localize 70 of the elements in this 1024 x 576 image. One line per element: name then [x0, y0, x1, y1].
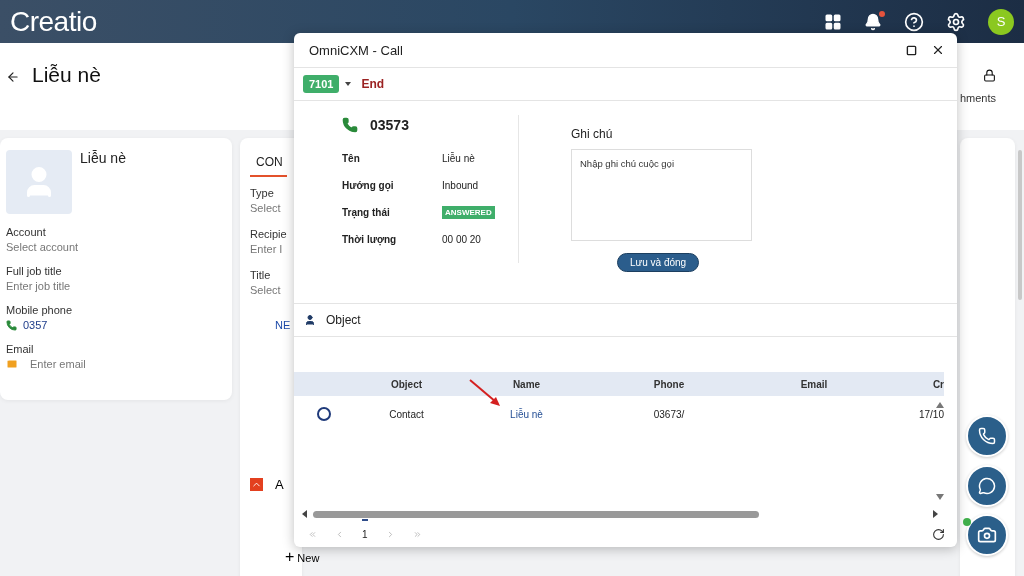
section-title: Object [326, 313, 361, 327]
field-input[interactable]: Enter email [30, 358, 180, 370]
info-label: Hướng gọi [342, 180, 395, 191]
page-scrollbar[interactable] [1018, 150, 1022, 300]
column-header[interactable]: Object [354, 378, 459, 390]
page-number[interactable]: 1 [362, 519, 368, 540]
help-icon[interactable] [904, 11, 924, 32]
save-close-button[interactable]: Lưu và đóng [617, 253, 700, 272]
contact-name: Liễu nè [80, 150, 126, 168]
phone-icon [6, 319, 17, 331]
field-input[interactable]: Enter I [250, 243, 294, 255]
info-value: Inbound [442, 180, 480, 191]
info-label: Trạng thái [342, 207, 391, 218]
field-label: Account [6, 226, 47, 238]
column-header[interactable]: Phone [594, 378, 744, 390]
field-label: Recipie [250, 228, 288, 240]
column-header[interactable]: Cr [884, 378, 944, 390]
arrow-annotation [468, 378, 502, 408]
table-cell-text: 03673/ [652, 408, 686, 420]
column-header[interactable]: Name [459, 378, 594, 390]
phone-icon [342, 117, 358, 133]
new-label[interactable]: New [297, 552, 320, 564]
field-label: Full job title [6, 265, 63, 277]
refresh-icon[interactable] [932, 528, 945, 541]
note-field[interactable]: Nhập ghi chú cuộc gọi [571, 149, 752, 241]
person-icon [304, 314, 316, 326]
add-icon[interactable]: + [285, 548, 295, 566]
horizontal-scrollbar[interactable] [302, 510, 938, 518]
end-call-button[interactable]: End [361, 77, 385, 91]
caller-number: 03573 [370, 117, 409, 133]
field-input[interactable]: Select [250, 202, 294, 214]
back-icon[interactable] [6, 70, 20, 84]
column-header[interactable]: Email [744, 378, 884, 390]
field-input[interactable]: Enter job title [6, 280, 156, 292]
radio-button[interactable] [317, 407, 331, 421]
caret-icon[interactable] [345, 82, 352, 86]
field-input[interactable]: Select [250, 284, 294, 296]
field-label: Mobile phone [6, 304, 74, 316]
field-label: Email [6, 343, 35, 355]
online-status-dot [963, 518, 971, 526]
notifications-bell-icon[interactable] [864, 12, 882, 31]
email-icon [6, 358, 18, 370]
field-input[interactable]: Select account [6, 241, 156, 253]
chat-icon [978, 477, 996, 495]
status-badge: ANSWERED [442, 206, 495, 219]
settings-icon[interactable] [946, 11, 966, 32]
field-label: Title [250, 269, 272, 281]
maximize-icon[interactable] [906, 44, 917, 56]
phone-icon [978, 427, 996, 445]
details-tab[interactable]: CON [250, 155, 287, 177]
phone-link[interactable]: 0357 [23, 319, 48, 331]
section-title: A [275, 477, 284, 492]
close-icon[interactable] [931, 43, 945, 57]
table-cell-text: 17/10 [917, 408, 944, 420]
page-title: Liễu nè [32, 63, 101, 87]
lock-icon[interactable] [983, 69, 996, 82]
camera-icon [977, 525, 997, 545]
note-title: Ghi chú [571, 127, 614, 141]
info-value: Liễu nè [442, 153, 476, 164]
creatio-logo: Creatio [10, 5, 97, 38]
table-cell-text: Contact [388, 408, 425, 420]
attachments-tab[interactable]: hments [959, 92, 1024, 104]
field-label: Type [250, 187, 275, 199]
info-value: 00 00 20 [442, 234, 482, 245]
apps-grid-icon[interactable] [824, 12, 842, 31]
contact-photo-icon [6, 150, 72, 214]
dialog-title: OmniCXM - Call [309, 42, 403, 58]
name-link[interactable]: Liễu nè [459, 408, 594, 420]
info-label: Tên [342, 153, 361, 164]
info-label: Thời lượng [342, 234, 398, 245]
